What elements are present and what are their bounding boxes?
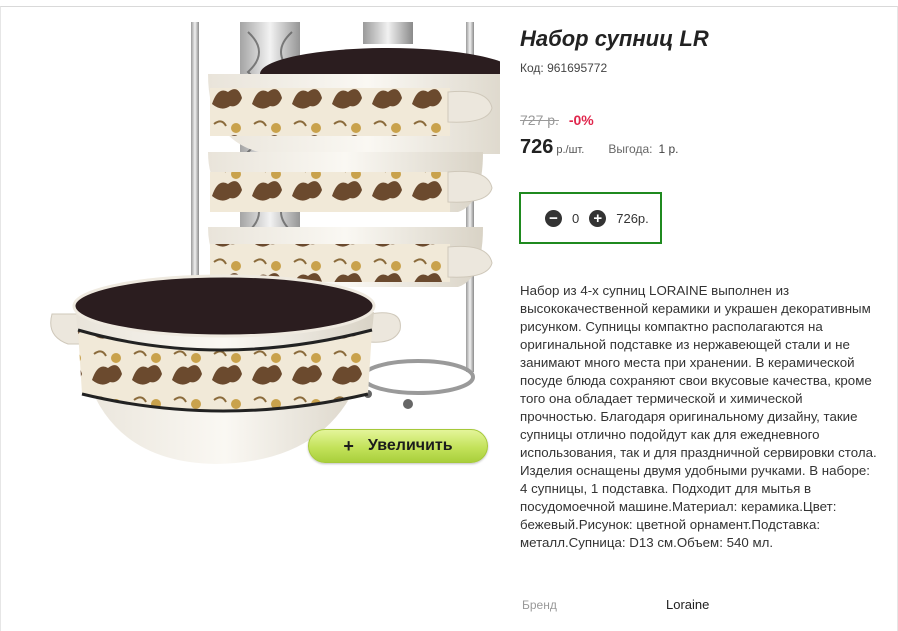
brand-label: Бренд <box>522 598 557 612</box>
minus-circle-icon[interactable]: − <box>545 209 562 227</box>
brand-value[interactable]: Loraine <box>666 597 709 612</box>
discount-badge: -0% <box>568 112 594 128</box>
plus-icon: + <box>343 435 354 456</box>
old-price: 727 р. <box>520 112 559 128</box>
product-code: Код: 961695772 <box>520 61 608 75</box>
zoom-button[interactable]: + Увеличить <box>308 429 488 463</box>
quantity-selector: − 0 + 726р. <box>519 192 662 244</box>
soup-bowl-set-illustration <box>50 22 500 464</box>
price-row: 726 р./шт. Выгода: 1 р. <box>520 136 679 159</box>
zoom-button-label: Увеличить <box>367 437 453 454</box>
product-image[interactable]: + Увеличить <box>48 22 500 474</box>
product-title: Набор супниц LR <box>520 26 709 51</box>
quantity-value[interactable]: 0 <box>572 211 579 226</box>
cart-total: 726р. <box>616 210 649 226</box>
current-price: 726 <box>520 136 554 158</box>
old-price-row: 727 р. -0% <box>520 112 594 128</box>
benefit-value: 1 р. <box>658 142 679 156</box>
plus-circle-icon[interactable]: + <box>589 209 607 227</box>
product-description: Набор из 4-х супниц LORAINE выполнен из … <box>520 283 877 550</box>
benefit-label: Выгода: <box>608 142 653 156</box>
price-unit: р./шт. <box>556 144 585 156</box>
